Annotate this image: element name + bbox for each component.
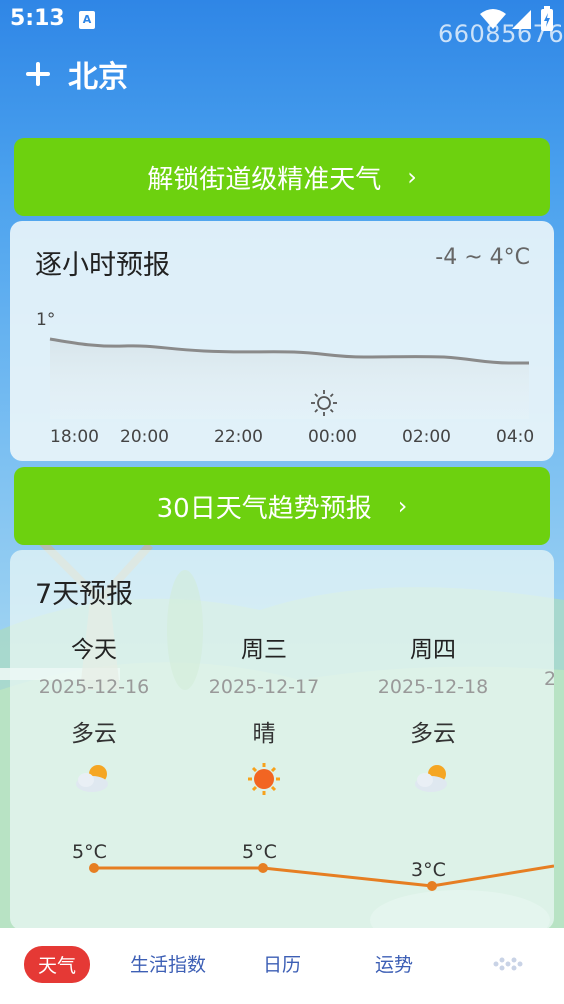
hourly-chart[interactable]: 1° 18:00 20:00 22:00 00:00 02:00 04:0 (34, 301, 544, 451)
hourly-title: 逐小时预报 (35, 250, 170, 281)
notification-a-icon: A (79, 11, 95, 29)
weekly-temp-chart: 5°C 5°C 3°C (72, 841, 554, 891)
city-name[interactable]: 北京 (68, 52, 128, 96)
nav-tab-fortune[interactable]: 运势 (375, 950, 413, 977)
cloudy-icon (415, 765, 447, 792)
temp-point (427, 881, 437, 891)
hour-label: 18:00 (50, 427, 99, 447)
sunny-icon (248, 763, 280, 795)
weekly-forecast-card: 7天预报 今天 2025-12-16 多云 周三 2025-12-17 晴 周四… (10, 550, 554, 930)
chevron-right-icon: › (397, 492, 408, 520)
header: 北京 (22, 52, 128, 96)
temp-point (258, 863, 268, 873)
day-date: 2025-12-16 (38, 676, 150, 698)
trend-30-day-banner[interactable]: 30日天气趋势预报 › (14, 467, 550, 545)
street-weather-banner[interactable]: 解锁街道级精准天气 › (14, 138, 550, 216)
day-column[interactable]: 周四 2025-12-18 多云 (353, 630, 513, 800)
day-column-partial[interactable]: . 2 (523, 630, 554, 690)
day-condition: 晴 (252, 721, 276, 747)
cloudy-icon (76, 765, 108, 792)
chevron-right-icon: › (407, 163, 417, 191)
nav-tab-calendar[interactable]: 日历 (263, 950, 301, 977)
day-date: 2025-12-17 (208, 676, 320, 698)
hour-label: 02:00 (402, 427, 451, 447)
hour-label: 00:00 (308, 427, 357, 447)
day-condition: 多云 (71, 721, 117, 747)
day-name: 周三 (241, 637, 287, 663)
hour-label: 04:0 (496, 427, 534, 447)
day-column[interactable]: 周三 2025-12-17 晴 (184, 630, 344, 800)
hourly-forecast-card: 逐小时预报 -4 ~ 4°C 1° 18:00 20:00 22:00 00:0… (10, 221, 554, 461)
hourly-top-label: 1° (36, 310, 55, 330)
temp-label: 5°C (72, 841, 107, 863)
temp-point (89, 863, 99, 873)
day-name: 周四 (410, 637, 456, 663)
trend-30-day-label: 30日天气趋势预报 (156, 493, 372, 524)
day-date: 2 (544, 668, 554, 690)
temp-label: 3°C (411, 859, 446, 881)
add-city-button[interactable] (22, 58, 54, 90)
watermark-text: 66085676 (438, 20, 564, 48)
weekly-title: 7天预报 (35, 579, 134, 610)
temp-line (94, 864, 554, 888)
street-weather-label: 解锁街道级精准天气 (147, 164, 382, 195)
hour-label: 22:00 (214, 427, 263, 447)
day-column[interactable]: 今天 2025-12-16 多云 (14, 630, 174, 800)
bottom-nav: 天气 生活指数 日历 运势 (0, 928, 564, 1004)
hour-label: 20:00 (120, 427, 169, 447)
nav-tab-weather[interactable]: 天气 (24, 946, 91, 983)
day-name: 今天 (71, 637, 117, 663)
temp-label: 5°C (242, 841, 277, 863)
day-date: 2025-12-18 (377, 676, 489, 698)
nav-tab-life-index[interactable]: 生活指数 (130, 950, 206, 977)
day-condition: 多云 (410, 721, 456, 747)
hourly-temp-range: -4 ~ 4°C (435, 245, 530, 270)
extra-tab-icon[interactable] (490, 952, 526, 976)
status-time: 5:13 (10, 6, 65, 31)
